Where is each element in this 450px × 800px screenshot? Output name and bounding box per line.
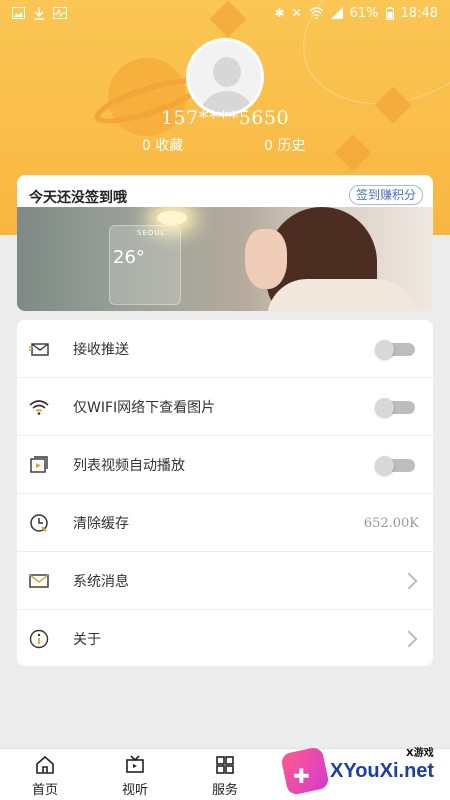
person-face	[245, 229, 287, 289]
sign-in-button[interactable]: 签到赚积分	[348, 185, 423, 205]
watermark-text: XYouXi.net	[330, 760, 435, 782]
avatar[interactable]	[186, 38, 264, 116]
watermark-logo: ✚ X游戏 XYouXi.net	[278, 742, 450, 800]
setting-row-clear-cache[interactable]: 清除缓存 652.00K	[17, 494, 433, 552]
settings-list: 接收推送 仅WIFI网络下查看图片 列表视频自动播放 清除缓存 652.00K …	[17, 320, 433, 666]
video-play-icon	[29, 455, 49, 475]
chevron-right-icon	[400, 572, 418, 590]
clock: 18:48	[400, 5, 438, 21]
setting-label: 列表视频自动播放	[73, 458, 185, 474]
avatar-head-shape	[213, 57, 241, 87]
battery-icon	[385, 6, 394, 20]
home-icon	[36, 755, 54, 774]
wifi-icon	[309, 7, 324, 19]
setting-label: 仅WIFI网络下查看图片	[73, 400, 216, 416]
activity-icon	[53, 7, 67, 19]
tab-label: 首页	[31, 783, 58, 798]
setting-row-wifi-images[interactable]: 仅WIFI网络下查看图片	[17, 378, 433, 436]
signal-icon	[330, 7, 343, 19]
tab-home[interactable]: 首页	[0, 749, 90, 800]
info-icon	[29, 629, 49, 649]
tab-media[interactable]: 视听	[90, 749, 180, 800]
tab-label: 服务	[211, 783, 238, 798]
tab-label: 视听	[121, 783, 148, 798]
banner-image[interactable]: SEOUL 26°	[17, 207, 433, 311]
sign-in-title: 今天还没签到哦	[29, 190, 127, 206]
download-icon	[34, 6, 44, 20]
chevron-right-icon	[400, 630, 418, 648]
setting-label: 清除缓存	[73, 516, 129, 532]
bluetooth-icon: ✱	[274, 6, 285, 20]
push-toggle[interactable]	[375, 339, 415, 359]
battery-percent: 61%	[349, 5, 379, 21]
autoplay-toggle[interactable]	[375, 455, 415, 475]
image-icon	[12, 7, 25, 19]
wifi-icon	[29, 397, 49, 417]
setting-row-messages[interactable]: 系统消息	[17, 552, 433, 610]
setting-label: 关于	[73, 632, 101, 648]
clock-clear-icon	[29, 513, 49, 533]
lamp-light	[157, 211, 187, 225]
grid-icon	[216, 756, 234, 774]
square-decoration	[334, 134, 372, 172]
mail-icon	[29, 571, 49, 591]
mute-icon: ✕	[291, 6, 302, 20]
setting-label: 系统消息	[73, 574, 129, 590]
envelope-push-icon	[29, 339, 49, 359]
favorites-count[interactable]: 0 收藏	[142, 135, 183, 155]
banner-temperature: 26°	[113, 247, 145, 268]
history-count[interactable]: 0 历史	[264, 135, 305, 155]
tab-services[interactable]: 服务	[180, 749, 270, 800]
setting-row-autoplay[interactable]: 列表视频自动播放	[17, 436, 433, 494]
user-phone: 157****5650	[160, 107, 290, 129]
banner-city: SEOUL	[137, 229, 166, 237]
tv-icon	[126, 755, 144, 773]
setting-row-about[interactable]: 关于	[17, 610, 433, 668]
person-shoulder	[267, 279, 417, 311]
watermark-small-text: X游戏	[406, 748, 434, 759]
setting-row-push[interactable]: 接收推送	[17, 320, 433, 378]
cache-size: 652.00K	[363, 515, 419, 531]
wifi-images-toggle[interactable]	[375, 397, 415, 417]
cross-icon: ✚	[293, 764, 310, 788]
setting-label: 接收推送	[73, 342, 129, 358]
sign-in-card: 今天还没签到哦 签到赚积分 SEOUL 26°	[17, 175, 433, 311]
status-bar: ✱ ✕ 61% 18:48	[0, 0, 450, 26]
